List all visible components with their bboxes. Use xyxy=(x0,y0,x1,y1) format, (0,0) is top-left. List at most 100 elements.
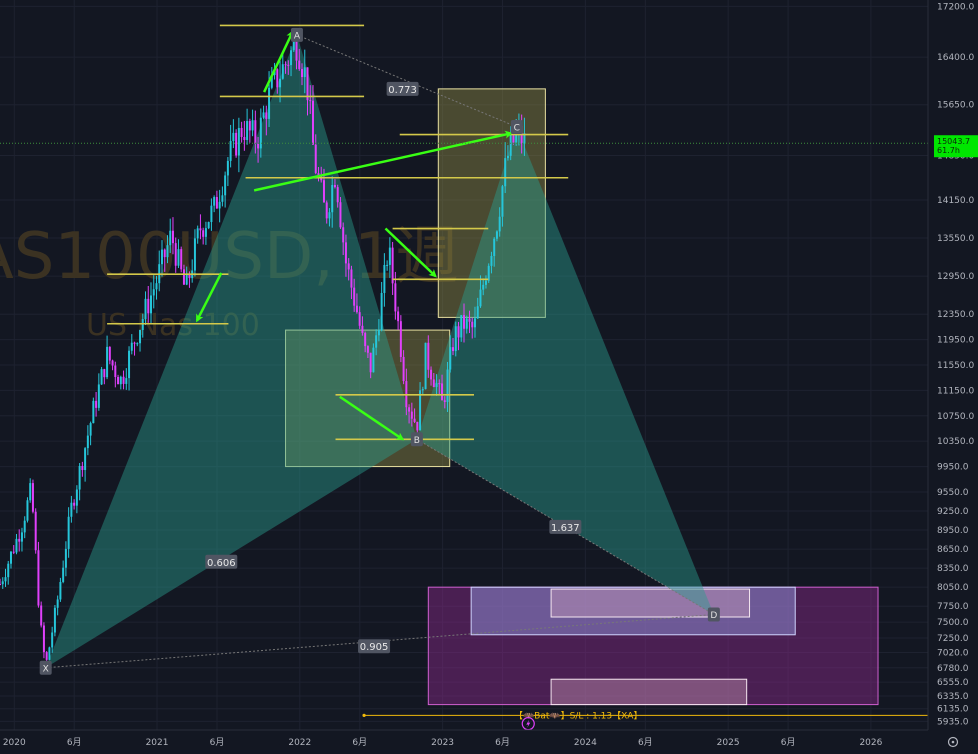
candle-body xyxy=(1,581,4,585)
last-price-tag: 15043.761.7h xyxy=(934,135,978,158)
y-tick-label: 8350.0 xyxy=(937,564,969,574)
point-label-c[interactable]: C xyxy=(510,119,523,134)
candle-body xyxy=(84,448,87,471)
candle-body xyxy=(0,584,1,585)
candle-body xyxy=(416,421,419,431)
candle-body xyxy=(100,369,103,385)
candle-body xyxy=(139,330,142,344)
x-tick-label: 2025 xyxy=(717,738,740,748)
candle-body xyxy=(402,356,405,382)
candle-body xyxy=(325,202,328,219)
ratio-label: 1.637 xyxy=(549,519,582,534)
candle-body xyxy=(506,155,509,159)
y-tick-label: 13550.0 xyxy=(937,234,974,244)
ratio-label-text: 0.773 xyxy=(388,85,417,96)
y-tick-label: 9550.0 xyxy=(937,488,969,498)
y-tick-label: 7020.0 xyxy=(937,649,969,659)
point-label-text: A xyxy=(294,31,301,41)
x-tick-label: 2022 xyxy=(288,738,311,748)
chart-window: AS100USD, 1週 US Nas 100 X A B C D 0.773 0.606 1… xyxy=(0,0,978,754)
y-tick-label: 9950.0 xyxy=(937,463,969,473)
candle-body xyxy=(487,265,490,281)
candle-body xyxy=(344,242,347,264)
candle-body xyxy=(479,289,482,307)
candle-body xyxy=(372,347,375,373)
x-tick-label: 2021 xyxy=(146,738,169,748)
candle-body xyxy=(262,112,265,118)
candle-body xyxy=(31,483,34,512)
candle-body xyxy=(399,321,402,357)
point-label-b[interactable]: B xyxy=(410,432,423,447)
candle-body xyxy=(92,400,95,424)
candle-body xyxy=(276,69,279,88)
candle-body xyxy=(484,280,487,285)
point-label-a[interactable]: A xyxy=(290,27,303,42)
candle-body xyxy=(182,269,185,285)
candle-body xyxy=(413,418,416,422)
candle-body xyxy=(193,238,196,271)
candle-body xyxy=(215,197,218,209)
y-tick-label: 6335.0 xyxy=(937,692,969,702)
y-tick-label: 15650.0 xyxy=(937,101,974,111)
candle-body xyxy=(432,379,435,387)
candle-body xyxy=(465,318,468,329)
candle-body xyxy=(42,625,45,653)
candle-body xyxy=(45,652,48,660)
candle-body xyxy=(20,532,23,542)
candle-body xyxy=(476,306,479,319)
candle-body xyxy=(40,605,43,626)
y-tick-label: 8950.0 xyxy=(937,526,969,536)
candle-body xyxy=(394,283,397,312)
candle-body xyxy=(424,342,427,390)
point-label-x[interactable]: X xyxy=(39,660,52,675)
candle-body xyxy=(303,67,306,78)
candle-body xyxy=(119,376,122,385)
ratio-label: 0.905 xyxy=(358,639,391,654)
point-label-text: X xyxy=(43,664,49,674)
candle-body xyxy=(62,567,65,582)
x-tick-label: 6月 xyxy=(67,737,82,748)
x-tick-label: 2023 xyxy=(431,738,454,748)
candle-body xyxy=(512,135,515,143)
candle-body xyxy=(279,78,282,88)
y-tick-label: 10750.0 xyxy=(937,412,974,422)
candle-body xyxy=(257,143,260,149)
candle-body xyxy=(498,216,501,232)
candle-body xyxy=(232,132,235,142)
point-label-text: B xyxy=(414,436,420,446)
candle-body xyxy=(29,483,32,501)
ratio-label-text: 0.606 xyxy=(207,558,236,569)
candle-body xyxy=(18,538,21,542)
candle-body xyxy=(199,228,202,231)
candle-body xyxy=(95,400,98,408)
candle-body xyxy=(311,100,314,145)
candle-body xyxy=(4,577,7,582)
candle-body xyxy=(128,350,131,379)
candle-body xyxy=(364,332,367,347)
last-price-sublabel: 61.7h xyxy=(937,146,960,155)
candle-body xyxy=(67,516,70,549)
y-tick-label: 9250.0 xyxy=(937,507,969,517)
candle-body xyxy=(259,117,262,149)
candle-body xyxy=(284,64,287,66)
candle-body xyxy=(160,249,163,265)
point-label-d[interactable]: D xyxy=(707,607,720,622)
candle-body xyxy=(419,390,422,431)
candle-body xyxy=(306,67,309,101)
candle-body xyxy=(37,550,40,606)
y-tick-label: 11950.0 xyxy=(937,336,974,346)
price-chart[interactable]: AS100USD, 1週 US Nas 100 XABCD0.7730.6061… xyxy=(0,0,978,754)
candle-body xyxy=(9,551,12,564)
candle-body xyxy=(218,201,221,209)
x-tick-label: 2024 xyxy=(574,738,597,748)
candle-body xyxy=(490,256,493,266)
candle-body xyxy=(75,489,78,506)
candle-body xyxy=(169,230,172,246)
candle-body xyxy=(295,41,298,61)
candle-body xyxy=(111,360,114,366)
candle-body xyxy=(495,231,498,239)
candle-body xyxy=(328,212,331,219)
candle-body xyxy=(117,376,120,385)
candle-body xyxy=(166,245,169,258)
x-tick-label: 2020 xyxy=(3,738,26,748)
